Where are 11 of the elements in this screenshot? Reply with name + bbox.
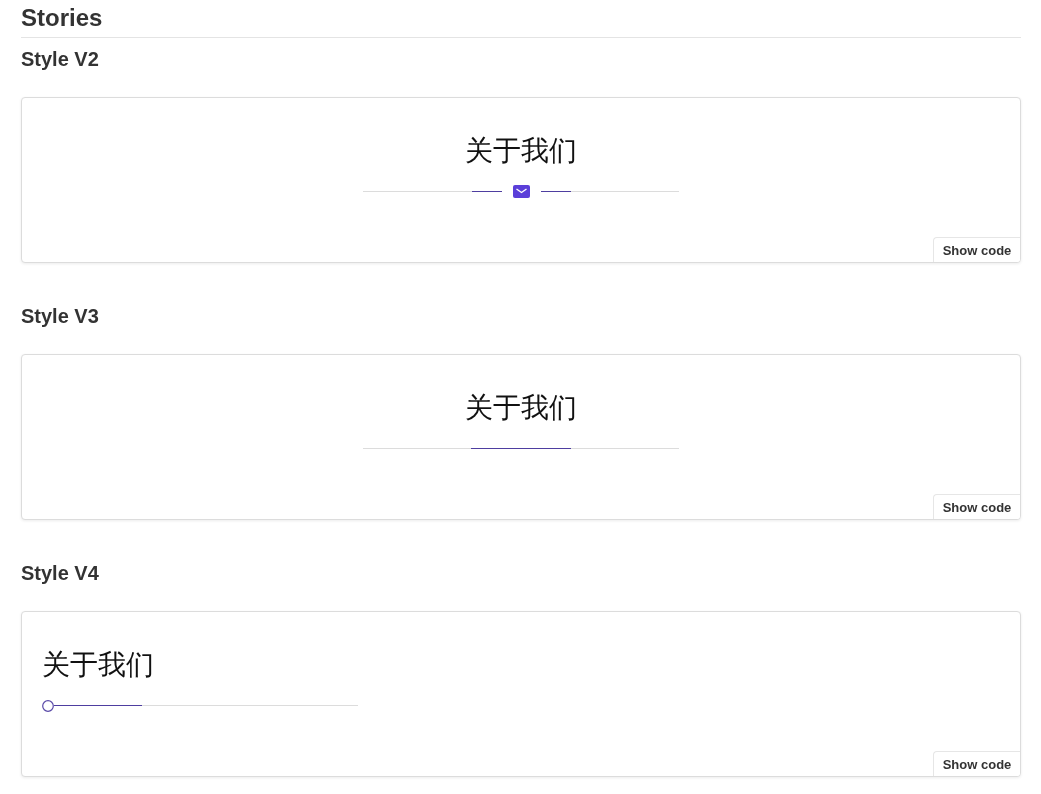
show-code-button[interactable]: Show code: [933, 494, 1020, 519]
section-title: 关于我们: [465, 390, 577, 426]
section-title: 关于我们: [465, 133, 577, 169]
story-heading: Style V2: [21, 47, 100, 71]
page-title: Stories: [21, 0, 1021, 38]
mail-icon: [512, 185, 530, 198]
show-code-button[interactable]: Show code: [933, 751, 1020, 776]
section-title: 关于我们: [42, 647, 154, 683]
story-heading: Style V4: [21, 561, 100, 585]
story-heading: Style V3: [21, 304, 100, 328]
show-code-button[interactable]: Show code: [933, 237, 1020, 262]
